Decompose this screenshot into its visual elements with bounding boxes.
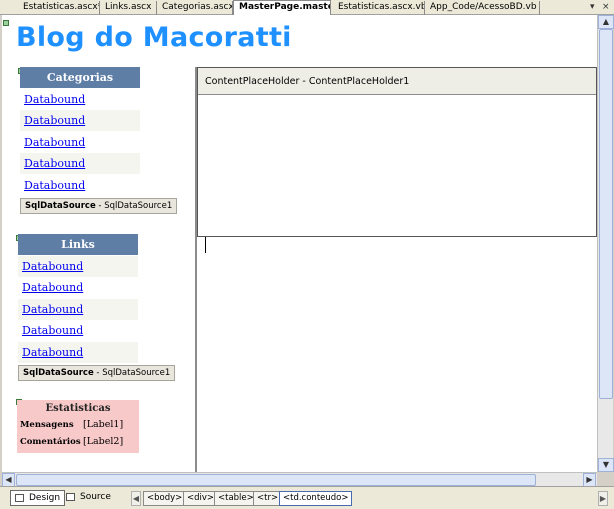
scroll-right-icon[interactable]: ▶ (583, 473, 596, 487)
scroll-left-icon[interactable]: ◀ (2, 473, 15, 487)
content-placeholder-label: ContentPlaceHolder - ContentPlaceHolder1 (198, 68, 596, 95)
source-view-icon (66, 493, 75, 501)
categoria-link[interactable]: Databound (20, 132, 140, 153)
breadcrumb-forward-icon[interactable]: ▶ (598, 491, 608, 506)
design-surface[interactable]: Blog do Macoratti Categorias Databound D… (2, 15, 597, 472)
categoria-link[interactable]: Databound (20, 175, 140, 196)
mensagens-label: Mensagens (20, 420, 74, 430)
horizontal-scrollbar[interactable]: ◀ ▶ (2, 472, 597, 487)
source-view-button[interactable]: Source (62, 490, 115, 506)
vertical-scroll-thumb[interactable] (599, 29, 613, 399)
scroll-up-icon[interactable]: ▲ (598, 15, 614, 29)
links-link[interactable]: Databound (18, 299, 138, 320)
links-link[interactable]: Databound (18, 256, 138, 277)
breadcrumb-back-icon[interactable]: ◀ (131, 491, 141, 506)
links-sqldatasource[interactable]: SqlDataSource - SqlDataSource1 (18, 365, 176, 381)
mensagens-value: [Label1] (83, 419, 124, 430)
document-tab-strip: Estatisticas.ascx* Links.ascx Categorias… (0, 0, 614, 15)
links-link[interactable]: Databound (18, 342, 138, 363)
scroll-down-icon[interactable]: ▼ (598, 458, 614, 472)
breadcrumb-table[interactable]: <table> (214, 491, 258, 506)
links-link[interactable]: Databound (18, 320, 138, 341)
content-placeholder[interactable]: ContentPlaceHolder - ContentPlaceHolder1 (197, 67, 597, 237)
design-view-label: Design (29, 493, 61, 503)
tab-estatisticas-ascx[interactable]: Estatisticas.ascx* (18, 1, 100, 15)
horizontal-scroll-thumb[interactable] (16, 474, 536, 486)
tab-app-code-acessobd-vb[interactable]: App_Code/AcessoBD.vb (425, 1, 540, 15)
comentarios-value: [Label2] (83, 436, 124, 447)
page-title: Blog do Macoratti (16, 22, 292, 53)
tab-masterpage-master[interactable]: MasterPage.master (233, 0, 331, 15)
tab-dropdown-icon[interactable]: ▾ (590, 2, 595, 13)
breadcrumb-body[interactable]: <body> (143, 491, 187, 506)
tab-categorias-ascx[interactable]: Categorias.ascx (157, 1, 233, 15)
close-document-icon[interactable]: × (602, 2, 610, 13)
tab-links-ascx[interactable]: Links.ascx (100, 1, 157, 15)
categorias-sqldatasource[interactable]: SqlDataSource - SqlDataSource1 (20, 198, 178, 214)
categorias-header: Categorias (20, 67, 140, 88)
vertical-scrollbar[interactable]: ▲ ▼ (597, 15, 614, 472)
estatisticas-title: Estatisticas (45, 403, 111, 414)
links-header: Links (18, 234, 138, 255)
control-marker-icon (3, 20, 9, 26)
tab-estatisticas-ascx-vb[interactable]: Estatisticas.ascx.vb (333, 1, 425, 15)
design-view-button[interactable]: Design (10, 490, 66, 506)
categoria-link[interactable]: Databound (20, 153, 140, 174)
text-caret (205, 237, 206, 253)
breadcrumb-td-conteudo[interactable]: <td.conteudo> (279, 491, 353, 506)
categoria-link[interactable]: Databound (20, 89, 140, 110)
estatisticas-box[interactable]: Estatisticas Mensagens [Label1] Comentár… (17, 400, 139, 453)
view-toolbar: Design Source ◀ <body> <div> <table> <tr… (0, 486, 614, 509)
categoria-link[interactable]: Databound (20, 110, 140, 131)
comentarios-label: Comentários (20, 437, 81, 447)
breadcrumb-tr[interactable]: <tr> (253, 491, 283, 506)
links-link[interactable]: Databound (18, 277, 138, 298)
source-view-label: Source (80, 492, 111, 502)
breadcrumb-div[interactable]: <div> (183, 491, 219, 506)
design-view-icon (15, 494, 24, 502)
